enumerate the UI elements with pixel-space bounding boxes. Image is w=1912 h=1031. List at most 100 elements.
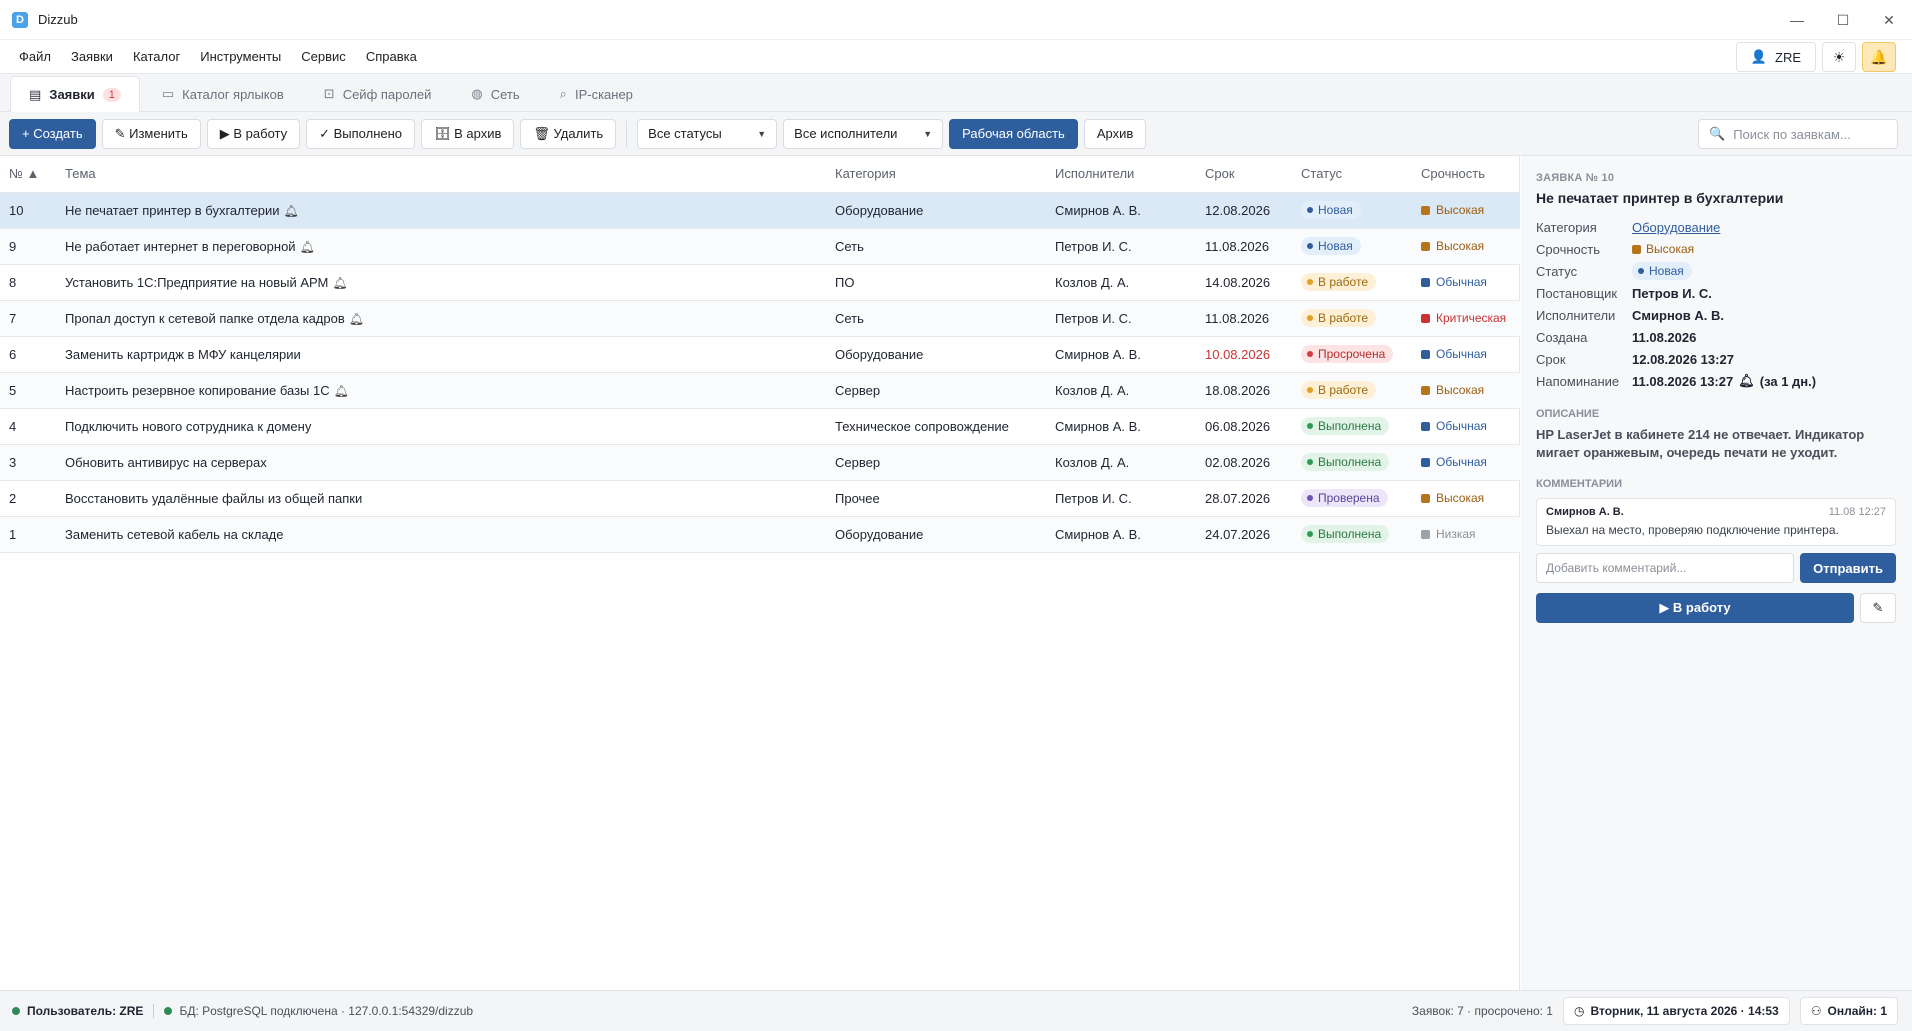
archive-view-button[interactable]: Архив	[1083, 118, 1147, 149]
table-row[interactable]: 5 Настроить резервное копирование базы 1С…	[0, 372, 1520, 409]
table-row[interactable]: 8 Установить 1С:Предприятие на новый АРМ 🔔…	[0, 264, 1520, 301]
table-row[interactable]: 6 Заменить картридж в МФУ канцелярии Обору…	[0, 336, 1520, 373]
cell-assignee: Смирнов А. В.	[1046, 516, 1196, 553]
urgency-text: Высокая	[1436, 239, 1485, 253]
column-header-assignees[interactable]: Исполнители	[1046, 156, 1196, 193]
tab-network[interactable]: ◍ Сеть	[453, 77, 537, 111]
menu-catalog[interactable]: Каталог	[123, 49, 190, 64]
urgency-badge: Высокая	[1421, 383, 1484, 397]
status-badge: Выполнена	[1301, 453, 1390, 471]
status-badge: Новая	[1301, 201, 1361, 219]
edit-button[interactable]: ✎ Изменить	[101, 118, 201, 149]
lock-icon: ⊡	[323, 86, 335, 101]
status-datetime: ◷ Вторник, 11 августа 2026 · 14:53	[1562, 997, 1790, 1025]
table-row[interactable]: 9 Не работает интернет в переговорной 🔔︎ Се…	[0, 228, 1520, 265]
chevron-down-icon: ▼	[757, 128, 767, 139]
bell-icon: 🔔︎	[348, 311, 364, 326]
table-row[interactable]: 2 Восстановить удалённые файлы из общей п…	[0, 480, 1520, 517]
to-work-button[interactable]: ▶ В работу	[206, 118, 301, 149]
workspace-button[interactable]: Рабочая область	[949, 118, 1078, 149]
cell-topic: Установить 1С:Предприятие на новый АРМ 🔔︎	[56, 264, 826, 301]
field-label: Срок	[1536, 351, 1566, 367]
table-row[interactable]: 3 Обновить антивирус на серверах Сервер Коз…	[0, 444, 1520, 481]
comment-input[interactable]	[1536, 553, 1795, 583]
column-header-due[interactable]: Срок	[1196, 156, 1292, 193]
status-dot-icon	[1307, 351, 1313, 357]
close-button[interactable]: ✕	[1866, 0, 1912, 40]
cell-urgency: Высокая	[1412, 228, 1520, 265]
menu-tools[interactable]: Инструменты	[190, 49, 291, 64]
column-header-category[interactable]: Категория	[826, 156, 1046, 193]
table-row[interactable]: 7 Пропал доступ к сетевой папке отдела ка…	[0, 300, 1520, 337]
status-filter-select[interactable]: Все статусы ▼	[637, 118, 778, 149]
column-header-urgency[interactable]: Срочность	[1412, 156, 1520, 193]
search-box[interactable]: 🔍	[1698, 119, 1898, 149]
cell-urgency: Обычная	[1412, 444, 1520, 481]
theme-toggle-button[interactable]: ☀	[1822, 42, 1856, 72]
detail-edit-button[interactable]: ✎	[1860, 593, 1896, 623]
cell-urgency: Высокая	[1412, 372, 1520, 409]
bell-icon: 🔔︎	[299, 239, 315, 254]
archive-button[interactable]: 🗄 В архив	[421, 118, 515, 149]
cell-urgency: Высокая	[1412, 192, 1520, 229]
menu-help[interactable]: Справка	[356, 49, 427, 64]
menu-file[interactable]: Файл	[9, 49, 61, 64]
cell-category: Техническое сопровождение	[826, 408, 1046, 445]
minimize-button[interactable]: —	[1774, 0, 1820, 40]
column-header-number[interactable]: № ▲	[0, 156, 56, 193]
user-button[interactable]: 👤 ZRE	[1735, 42, 1816, 72]
menu-service[interactable]: Сервис	[291, 49, 356, 64]
cell-due: 12.08.2026	[1196, 192, 1292, 229]
status-bar: Пользователь: ZRE БД: PostgreSQL подключ…	[0, 990, 1912, 1031]
topic-text: Восстановить удалённые файлы из общей па…	[65, 490, 363, 506]
urgency-text: Критическая	[1436, 311, 1507, 325]
cell-due: 10.08.2026	[1196, 336, 1292, 373]
tab-password-safe[interactable]: ⊡ Сейф паролей	[306, 77, 450, 111]
tab-requests[interactable]: ▤ Заявки 1	[10, 76, 140, 112]
status-dot-icon	[1307, 315, 1313, 321]
field-label: Напоминание	[1536, 373, 1620, 389]
table-header-row: № ▲ Тема Категория Исполнители Срок Стат…	[0, 156, 1520, 193]
bell-icon: 🔔︎	[333, 383, 349, 398]
comment-time: 11.08 12:27	[1828, 506, 1886, 518]
cell-category: Оборудование	[826, 336, 1046, 373]
tab-ip-scanner[interactable]: ⌕ IP-сканер	[542, 77, 651, 111]
tab-shortcuts-catalog[interactable]: ▭ Каталог ярлыков	[144, 77, 302, 111]
status-dot-icon	[1638, 268, 1644, 274]
urgency-badge: Обычная	[1421, 347, 1487, 361]
assignee-filter-select[interactable]: Все исполнители ▼	[783, 118, 944, 149]
cell-category: Оборудование	[826, 516, 1046, 553]
delete-button[interactable]: 🗑 Удалить	[520, 118, 617, 149]
cell-status: Выполнена	[1292, 408, 1412, 445]
title-bar: D Dizzub — ☐ ✕	[0, 0, 1912, 40]
status-online[interactable]: ⚇ Онлайн: 1	[1799, 997, 1898, 1025]
request-detail-panel: ЗАЯВКА № 10 Не печатает принтер в бухгал…	[1521, 156, 1912, 990]
notifications-button[interactable]: 🔔	[1862, 42, 1896, 72]
status-dot-icon	[1307, 279, 1313, 285]
table-row[interactable]: 1 Заменить сетевой кабель на складе Оборуд…	[0, 516, 1520, 553]
column-header-status[interactable]: Статус	[1292, 156, 1412, 193]
send-comment-button[interactable]: Отправить	[1800, 553, 1896, 583]
detail-reporter-row: Постановщик Петров И. С.	[1536, 282, 1896, 304]
table-row[interactable]: 4 Подключить нового сотрудника к домену Те…	[0, 408, 1520, 445]
done-button[interactable]: ✓ Выполнено	[306, 118, 416, 149]
create-button[interactable]: + Создать	[9, 118, 96, 149]
cell-assignee: Козлов Д. А.	[1046, 372, 1196, 409]
detail-category-link[interactable]: Оборудование	[1632, 220, 1720, 235]
table-row[interactable]: 10 Не печатает принтер в бухгалтерии 🔔︎ Обо…	[0, 192, 1520, 229]
detail-to-work-button[interactable]: ▶ В работу	[1536, 593, 1854, 623]
menu-requests[interactable]: Заявки	[61, 49, 123, 64]
column-header-topic[interactable]: Тема	[56, 156, 826, 193]
search-input[interactable]	[1733, 126, 1894, 142]
detail-urgency: Высокая	[1632, 242, 1694, 256]
maximize-button[interactable]: ☐	[1820, 0, 1866, 40]
search-icon: 🔍	[1709, 126, 1726, 141]
cell-status: Просрочена	[1292, 336, 1412, 373]
window-controls: — ☐ ✕	[1774, 0, 1912, 40]
cell-number: 9	[0, 228, 56, 265]
tab-label: Сеть	[490, 86, 520, 102]
cell-topic: Не печатает принтер в бухгалтерии 🔔︎	[56, 192, 826, 229]
field-label: Исполнители	[1536, 307, 1616, 323]
comments-header: КОММЕНТАРИИ	[1536, 478, 1622, 490]
detail-status-badge: Новая	[1632, 262, 1692, 280]
